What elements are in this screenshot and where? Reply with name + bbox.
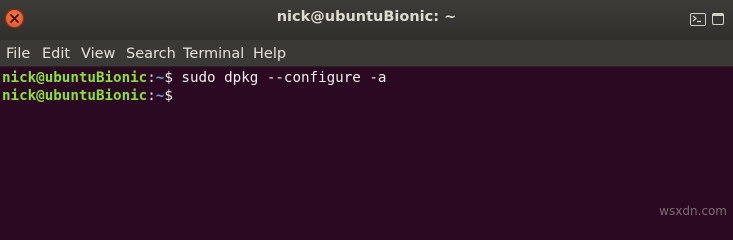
prompt-colon: : [147,88,156,104]
command-text: sudo dpkg --configure -a [172,70,387,86]
menu-search[interactable]: Search [126,46,176,62]
prompt-symbol: $ [164,70,173,86]
menu-view[interactable]: View [81,46,115,62]
terminal-window: nick@ubuntuBionic: ~ File Edit View Sear… [0,0,733,220]
title-bar[interactable]: nick@ubuntuBionic: ~ [0,0,733,40]
prompt-symbol: $ [164,88,173,104]
menu-terminal[interactable]: Terminal [183,46,244,62]
menu-edit[interactable]: Edit [42,46,70,62]
maximize-button[interactable] [712,13,724,25]
terminal-icon[interactable] [690,13,706,26]
menu-file[interactable]: File [6,46,30,62]
terminal-area[interactable]: nick@ubuntuBionic:~$ sudo dpkg --configu… [0,68,733,220]
prompt-colon: : [147,70,156,86]
terminal-line: nick@ubuntuBionic:~$ [2,87,173,105]
window-title: nick@ubuntuBionic: ~ [276,9,457,25]
prompt-user: nick@ubuntuBionic [2,88,148,104]
terminal-line: nick@ubuntuBionic:~$ sudo dpkg --configu… [2,69,386,87]
watermark: wsxdn.com [659,204,727,218]
prompt-user: nick@ubuntuBionic [2,70,148,86]
menu-help[interactable]: Help [253,46,286,62]
